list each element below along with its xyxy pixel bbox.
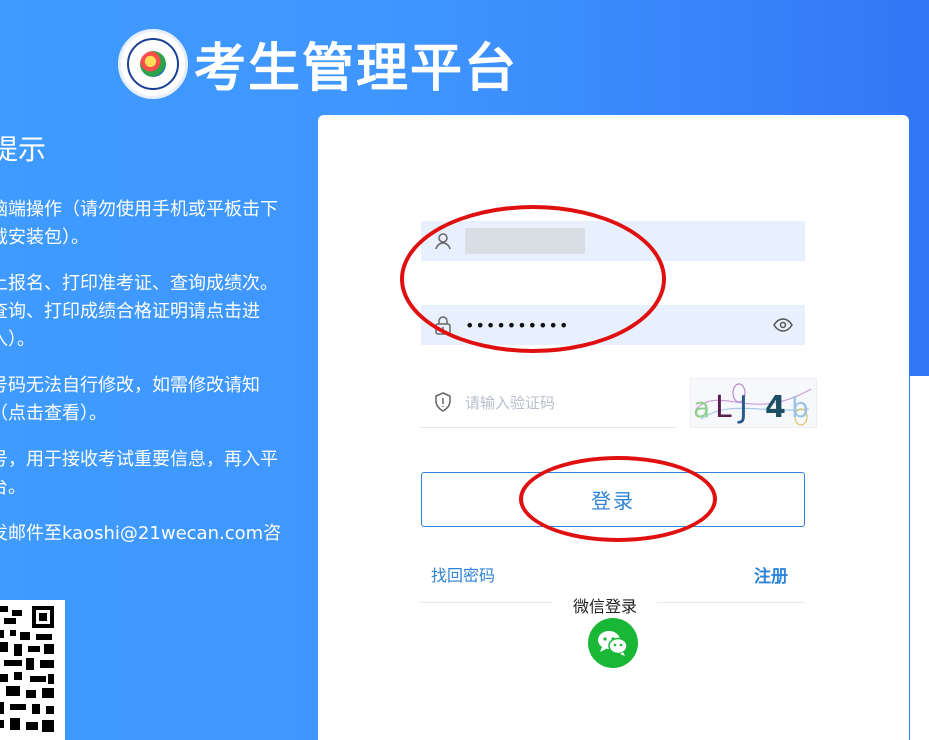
forgot-password-link[interactable]: 找回密码 bbox=[431, 562, 495, 586]
page-title: 考生管理平台 bbox=[194, 39, 519, 99]
red-annotation-circle bbox=[400, 205, 666, 353]
notice-paragraph: 脑端操作（请勿使用手机或平板击下载安装包）。 bbox=[0, 199, 278, 248]
notice-heading: 提示 bbox=[0, 133, 47, 166]
svg-text:4: 4 bbox=[765, 390, 786, 425]
notice-paragraph: 上报名、打印准考证、查询成绩次。查询、打印成绩合格证明请点击进入）。 bbox=[0, 273, 278, 350]
svg-text:a: a bbox=[693, 391, 710, 424]
qr-code bbox=[0, 600, 65, 740]
brand-header: 考生管理平台 bbox=[118, 26, 518, 101]
register-link[interactable]: 注册 bbox=[754, 562, 788, 587]
captcha-row: 请输入验证码 a L J 4 b bbox=[421, 377, 921, 429]
notice-paragraph: 号，用于接收考试重要信息，再入平台。 bbox=[0, 449, 278, 498]
svg-text:L: L bbox=[715, 390, 732, 425]
red-annotation-circle bbox=[519, 456, 717, 542]
svg-text:J: J bbox=[737, 390, 748, 425]
login-card: •••••••••• 请输入验证码 a L J 4 b 登录 找回密码 注册 微… bbox=[318, 115, 909, 740]
shield-icon bbox=[421, 392, 465, 412]
wechat-login-label: 微信登录 bbox=[553, 593, 658, 617]
eye-icon[interactable] bbox=[761, 318, 805, 332]
wechat-icon[interactable] bbox=[588, 618, 638, 668]
logo-icon bbox=[118, 28, 188, 99]
svg-text:b: b bbox=[791, 391, 809, 424]
notice-paragraph: 发邮件至kaoshi@21wecan.com咨 bbox=[0, 523, 282, 544]
notice-paragraph: 号码无法自行修改，如需修改请知（点击查看）。 bbox=[0, 375, 260, 424]
captcha-image[interactable]: a L J 4 b bbox=[690, 378, 817, 428]
background-white-strip bbox=[910, 376, 929, 740]
notice-panel: 提示 脑端操作（请勿使用手机或平板击下载安装包）。 上报名、打印准考证、查询成绩… bbox=[0, 128, 290, 566]
captcha-input[interactable]: 请输入验证码 bbox=[421, 377, 676, 428]
captcha-placeholder: 请输入验证码 bbox=[465, 393, 556, 412]
